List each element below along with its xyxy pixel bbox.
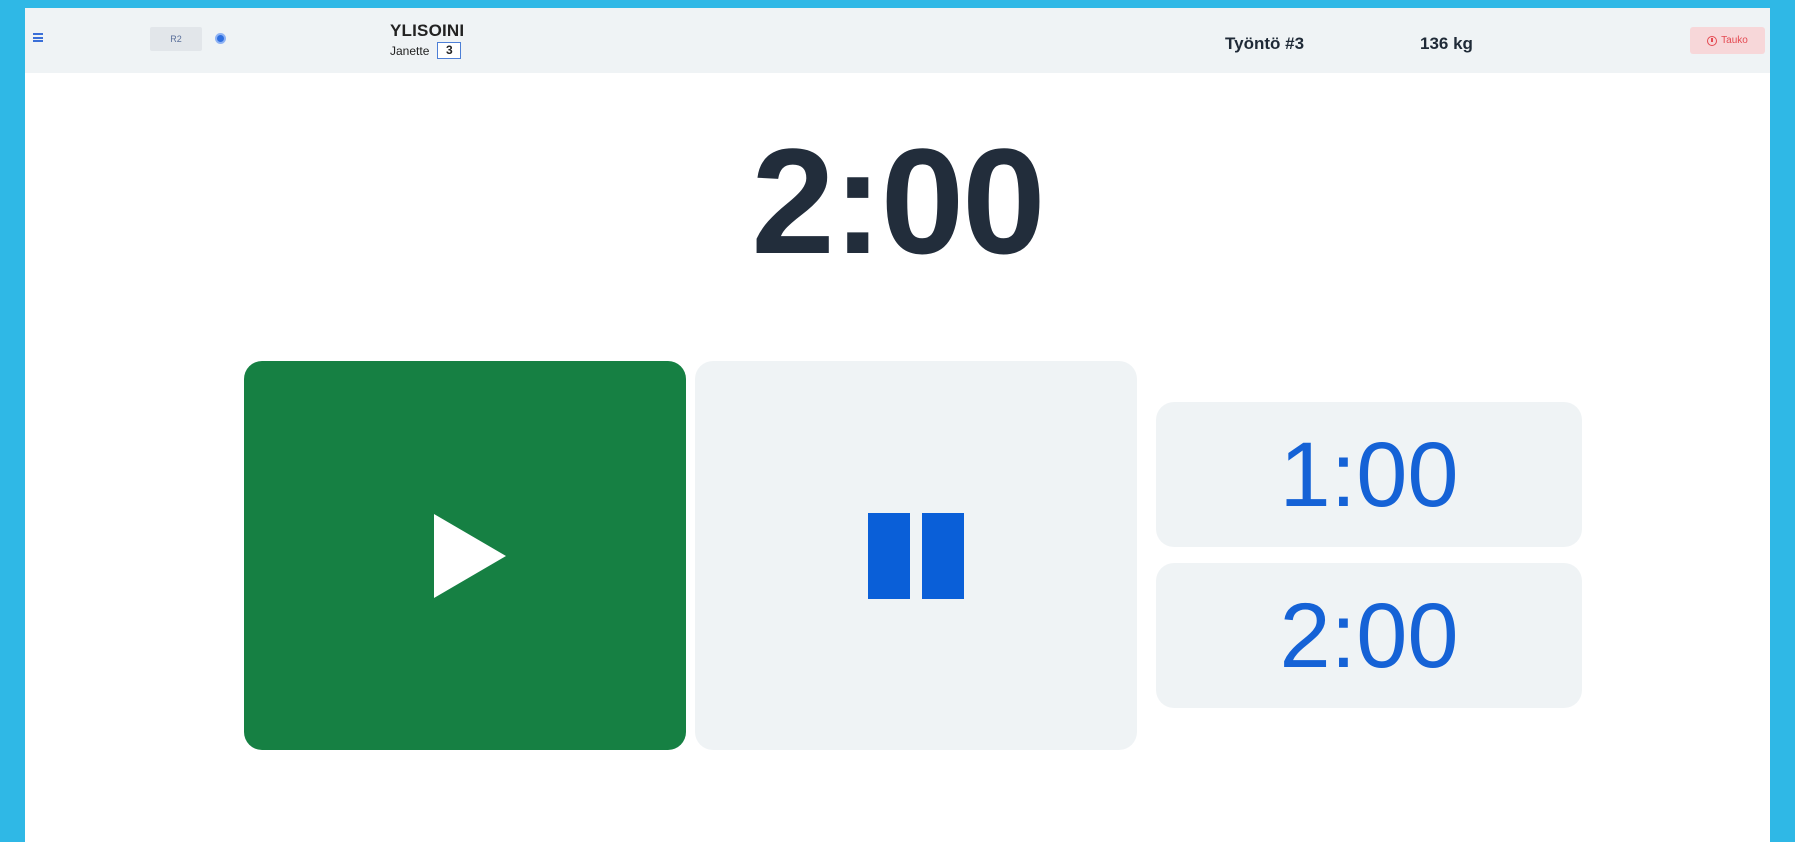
lot-number-badge: 3: [437, 42, 462, 59]
break-button-label: Tauko: [1721, 35, 1748, 46]
athlete-last-name: YLISOINI: [390, 21, 465, 40]
pause-icon: [868, 512, 910, 599]
current-athlete: YLISOINI Janette 3: [390, 22, 464, 59]
athlete-first-row: Janette 3: [390, 42, 464, 59]
stop-clock-button[interactable]: [695, 361, 1137, 750]
athlete-first-name: Janette: [390, 43, 430, 58]
reset-two-minutes-button[interactable]: 2:00: [1156, 563, 1582, 708]
start-clock-button[interactable]: [244, 361, 686, 750]
top-bar: R2 YLISOINI Janette 3 Työntö #3 136 kg T…: [25, 8, 1770, 73]
app-window: R2 YLISOINI Janette 3 Työntö #3 136 kg T…: [25, 8, 1770, 842]
menu-icon[interactable]: [33, 33, 43, 42]
break-button[interactable]: Tauko: [1690, 27, 1765, 54]
attempt-label: Työntö #3: [1225, 34, 1305, 53]
connection-status-icon: [215, 33, 226, 44]
timer-icon: [1707, 35, 1718, 46]
reset-one-minute-button[interactable]: 1:00: [1156, 402, 1582, 547]
requested-weight: 136 kg: [1420, 34, 1473, 53]
play-icon: [434, 513, 506, 598]
countdown-clock: 2:00: [751, 117, 1045, 285]
platform-chip[interactable]: R2: [150, 27, 202, 51]
pause-icon-bar: [922, 512, 964, 599]
